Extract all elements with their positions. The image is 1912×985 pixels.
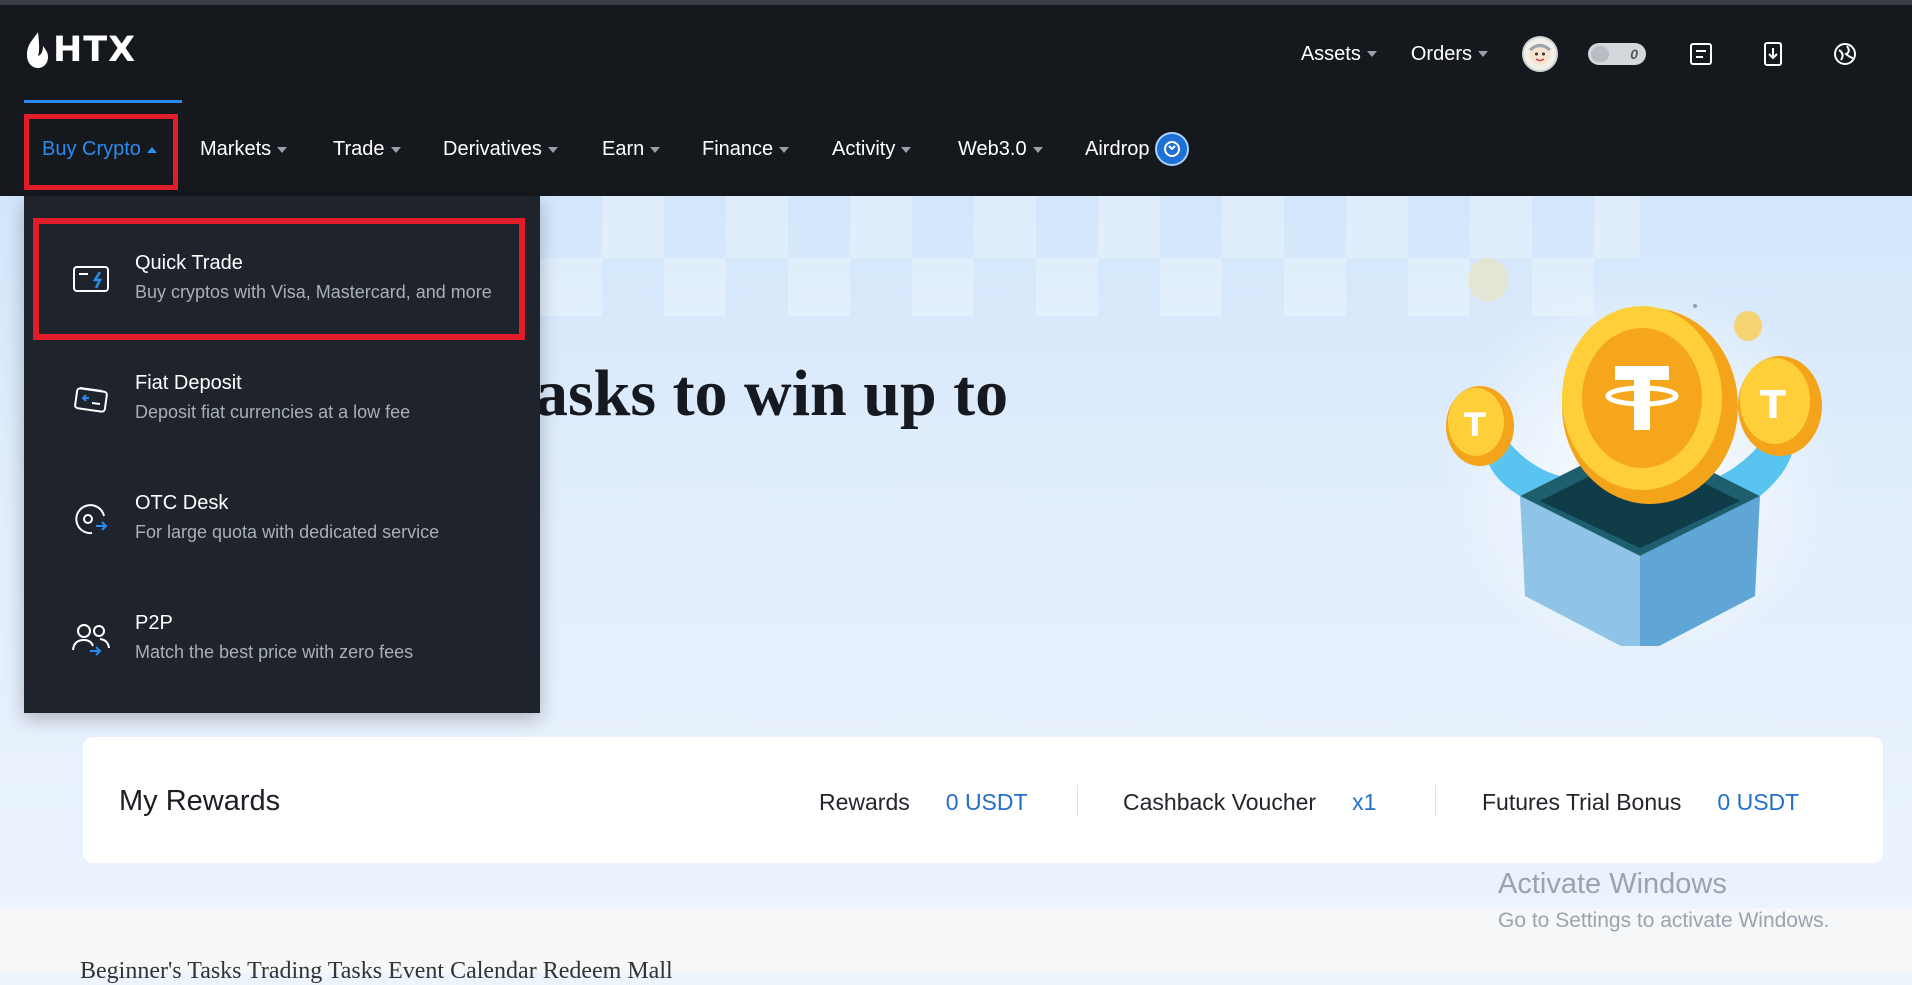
- avatar[interactable]: [1522, 36, 1558, 72]
- avatar-face-icon: [1528, 44, 1552, 65]
- dropdown-item-otc-desk[interactable]: OTC Desk For large quota with dedicated …: [24, 470, 540, 566]
- fiat-deposit-title: Fiat Deposit: [135, 372, 242, 394]
- nav-activity[interactable]: Activity: [832, 138, 912, 161]
- caret-down-icon: [1478, 51, 1488, 57]
- watermark-line-1: Activate Windows: [1498, 868, 1727, 900]
- hero-title: asks to win up to: [535, 357, 1009, 430]
- p2p-title: P2P: [135, 612, 173, 634]
- caret-down-icon: [650, 146, 661, 153]
- nav-finance[interactable]: Finance: [702, 138, 790, 161]
- toggle-switch[interactable]: 0: [1588, 43, 1646, 65]
- nav-active-indicator: [24, 100, 182, 103]
- nav-earn-label: Earn: [602, 138, 645, 160]
- orders-label: Orders: [1410, 42, 1472, 65]
- nav-web3-label: Web3.0: [958, 138, 1027, 160]
- treasure-box-coins-illustration: T T: [1440, 256, 1840, 646]
- nav-markets[interactable]: Markets: [200, 138, 288, 161]
- toggle-count: 0: [1630, 46, 1638, 62]
- rewards-divider: [1435, 785, 1436, 817]
- download-button[interactable]: [1756, 37, 1790, 71]
- nav-web3[interactable]: Web3.0: [958, 138, 1043, 161]
- dropdown-item-p2p[interactable]: P2P Match the best price with zero fees: [24, 590, 540, 686]
- my-rewards-card: My Rewards Rewards 0 USDT Cashback Vouch…: [83, 737, 1883, 863]
- rewards-divider: [1077, 785, 1078, 817]
- users-exchange-icon: [70, 618, 112, 660]
- caret-down-icon: [277, 146, 288, 153]
- language-button[interactable]: [1828, 37, 1862, 71]
- highlight-box-quick-trade: [33, 218, 525, 340]
- otc-desk-title: OTC Desk: [135, 492, 229, 514]
- nav-airdrop[interactable]: Airdrop: [1085, 132, 1190, 166]
- fiat-card-icon: [70, 378, 112, 420]
- language-globe-icon: [1834, 43, 1856, 65]
- caret-down-icon: [779, 146, 790, 153]
- top-header: HTX Assets Orders 0 Buy Crypto Markets T…: [0, 0, 1912, 196]
- caret-down-icon: [390, 146, 401, 153]
- nav-activity-label: Activity: [832, 138, 896, 160]
- assets-menu[interactable]: Assets: [1301, 43, 1377, 66]
- nav-markets-label: Markets: [200, 138, 272, 160]
- messages-button[interactable]: [1684, 37, 1718, 71]
- nav-trade-label: Trade: [333, 138, 385, 160]
- rewards-item[interactable]: Rewards 0 USDT: [819, 789, 1028, 816]
- futures-trial-bonus-label: Futures Trial Bonus: [1482, 789, 1682, 815]
- toggle-knob: [1591, 46, 1609, 62]
- otc-desk-desc: For large quota with dedicated service: [135, 522, 440, 542]
- highlight-box-buy-crypto: [24, 114, 178, 190]
- orders-menu[interactable]: Orders: [1411, 43, 1488, 66]
- cashback-voucher-item[interactable]: Cashback Voucher x1: [1123, 789, 1376, 816]
- nav-derivatives-label: Derivatives: [443, 138, 542, 160]
- nav-finance-label: Finance: [702, 138, 774, 160]
- rewards-title: My Rewards: [119, 785, 281, 817]
- cashback-voucher-label: Cashback Voucher: [1123, 789, 1317, 815]
- futures-trial-bonus-value: 0 USDT: [1717, 789, 1800, 815]
- rewards-value: 0 USDT: [945, 789, 1028, 815]
- otc-exchange-icon: [70, 498, 112, 540]
- htx-logo[interactable]: HTX: [24, 28, 136, 72]
- header-right-menu: Assets Orders 0: [1267, 30, 1862, 78]
- watermark-line-2: Go to Settings to activate Windows.: [1498, 909, 1830, 932]
- svg-text:T: T: [1760, 383, 1786, 427]
- nav-airdrop-label: Airdrop: [1085, 137, 1150, 160]
- fiat-deposit-desc: Deposit fiat currencies at a low fee: [135, 402, 411, 422]
- futures-trial-bonus-item[interactable]: Futures Trial Bonus 0 USDT: [1482, 789, 1799, 816]
- task-tabs-fragment: Beginner's Tasks Trading Tasks Event Cal…: [80, 958, 673, 984]
- cashback-voucher-value: x1: [1352, 789, 1377, 815]
- caret-down-icon: [1032, 146, 1043, 153]
- main-nav: Buy Crypto Markets Trade Derivatives Ear…: [0, 100, 1912, 196]
- nav-derivatives[interactable]: Derivatives: [443, 138, 558, 161]
- messages-icon: [1690, 43, 1712, 65]
- nav-earn[interactable]: Earn: [602, 138, 661, 161]
- rewards-label: Rewards: [819, 789, 910, 815]
- assets-label: Assets: [1300, 42, 1361, 65]
- flame-logo-icon: [27, 32, 48, 68]
- nav-trade[interactable]: Trade: [333, 138, 401, 161]
- dropdown-item-fiat-deposit[interactable]: Fiat Deposit Deposit fiat currencies at …: [24, 350, 540, 446]
- airdrop-badge-icon: [1155, 132, 1190, 166]
- windows-activation-watermark: Activate Windows Go to Settings to activ…: [1498, 868, 1830, 933]
- caret-down-icon: [1366, 51, 1377, 57]
- p2p-desc: Match the best price with zero fees: [135, 642, 414, 662]
- caret-down-icon: [547, 146, 558, 153]
- brand-name: HTX: [53, 30, 137, 70]
- download-icon: [1764, 42, 1782, 66]
- svg-text:T: T: [1464, 406, 1486, 444]
- caret-down-icon: [901, 146, 912, 153]
